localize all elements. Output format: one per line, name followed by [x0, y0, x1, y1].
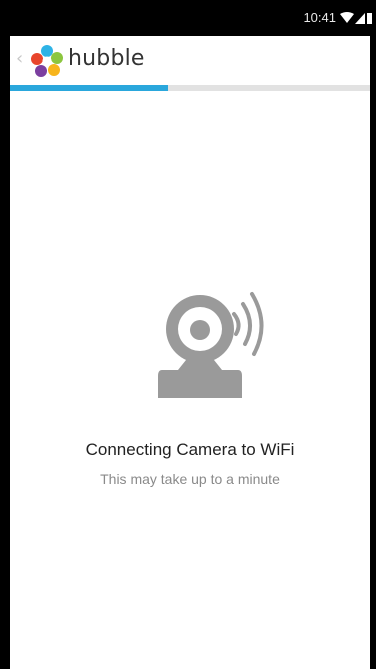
progress-fill: [10, 85, 169, 91]
connecting-subtitle: This may take up to a minute: [100, 471, 280, 487]
battery-icon: [367, 13, 372, 24]
hubble-logo-icon: [31, 45, 63, 77]
progress-bar: [10, 85, 370, 91]
status-time: 10:41: [303, 10, 336, 25]
app-bar: ‹ hubble: [10, 36, 370, 84]
status-bar: 10:41: [0, 0, 376, 36]
signal-icon: [355, 13, 365, 24]
wifi-icon: [340, 12, 354, 23]
connecting-title: Connecting Camera to WiFi: [85, 440, 295, 459]
chevron-left-icon[interactable]: ‹: [16, 48, 23, 69]
camera-wifi-icon: [158, 292, 264, 398]
brand-name: hubble: [68, 46, 145, 71]
status-icons: [340, 12, 372, 24]
